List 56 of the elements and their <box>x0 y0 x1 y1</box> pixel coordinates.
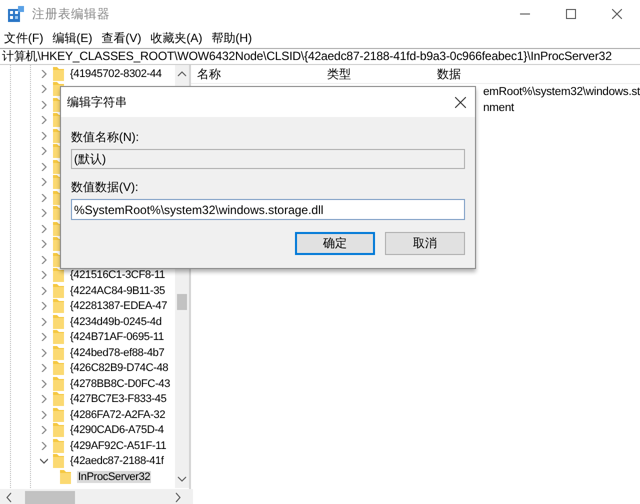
dialog-title: 编辑字符串 <box>67 94 127 110</box>
tree-item[interactable]: {4224AC84-9B11-35 <box>69 284 166 297</box>
maximize-icon[interactable] <box>566 9 576 19</box>
folder-icon <box>53 268 64 282</box>
folder-icon <box>53 423 64 438</box>
table-cell: emRoot%\system32\windows.st <box>483 86 640 98</box>
folder-icon <box>53 392 64 406</box>
field-label: 数值数据(V): <box>71 178 138 196</box>
folder-icon <box>53 454 64 468</box>
tree-item[interactable]: {4234d49b-0245-4d <box>69 316 163 328</box>
close-icon[interactable] <box>612 9 622 19</box>
folder-icon <box>53 376 64 391</box>
value-input-field[interactable]: %SystemRoot%\system32\windows.storage.dll <box>71 199 465 220</box>
menu-item[interactable]: 查看(V) <box>101 30 142 46</box>
tree-item[interactable]: {424B71AF-0695-11 <box>69 331 165 344</box>
tree-item[interactable]: {427BC7E3-F833-45 <box>69 393 168 406</box>
window-title: 注册表编辑器 <box>32 6 110 22</box>
folder-icon <box>53 408 64 422</box>
horizontal-scrollbar[interactable] <box>0 489 193 504</box>
tree-item[interactable]: InProcServer32 <box>77 470 152 483</box>
dialog-button[interactable]: 取消 <box>385 232 465 255</box>
close-icon[interactable] <box>454 96 466 108</box>
menu-item[interactable]: 帮助(H) <box>211 30 252 46</box>
folder-icon <box>60 470 71 484</box>
folder-icon <box>53 299 64 314</box>
folder-icon <box>53 66 64 81</box>
scrollbar-thumb[interactable] <box>177 294 188 310</box>
menu-item[interactable]: 编辑(E) <box>52 30 92 46</box>
menu-item[interactable]: 文件(F) <box>4 30 44 46</box>
folder-icon <box>53 361 64 376</box>
tree-item[interactable]: {424bed78-ef88-4b7 <box>69 346 166 359</box>
column-header[interactable]: 数据 <box>437 66 538 82</box>
tree-item[interactable]: {421516C1-3CF8-11 <box>69 269 166 282</box>
menu-item[interactable]: 收藏夹(A) <box>150 30 202 46</box>
tree-item[interactable]: {4290CAD6-A75D-4 <box>69 424 165 436</box>
registry-icon <box>8 6 24 22</box>
address-bar[interactable]: 计算机\HKEY_CLASSES_ROOT\WOW6432Node\CLSID\{42aedc87-2188-41fd-b9a3-0c966feabec1}\InProcServer32 <box>0 48 640 65</box>
tree-item[interactable]: {41945702-8302-44 <box>69 68 163 80</box>
field-label: 数值名称(N): <box>71 128 139 146</box>
folder-icon <box>53 346 64 360</box>
folder-icon <box>53 330 64 344</box>
tree-item[interactable]: {429AF92C-A51F-11 <box>69 440 168 452</box>
folder-icon <box>53 314 64 329</box>
dialog-button[interactable]: 确定 <box>295 232 375 255</box>
tree-item[interactable]: {4286FA72-A2FA-32 <box>69 408 166 421</box>
table-cell: nment <box>483 102 514 114</box>
folder-icon <box>53 284 64 298</box>
folder-icon <box>53 438 64 453</box>
tree-item[interactable]: {4278BB8C-D0FC-43 <box>69 378 172 390</box>
column-header[interactable]: 类型 <box>327 66 438 82</box>
tree-item[interactable]: {42aedc87-2188-41f <box>69 455 165 468</box>
name-field: (默认) <box>71 149 465 169</box>
tree-item[interactable]: {42281387-EDEA-47 <box>69 300 168 312</box>
column-header[interactable]: 名称 <box>197 66 328 82</box>
scrollbar-thumb[interactable] <box>25 491 75 504</box>
tree-item[interactable]: {426C82B9-D74C-48 <box>69 362 170 374</box>
